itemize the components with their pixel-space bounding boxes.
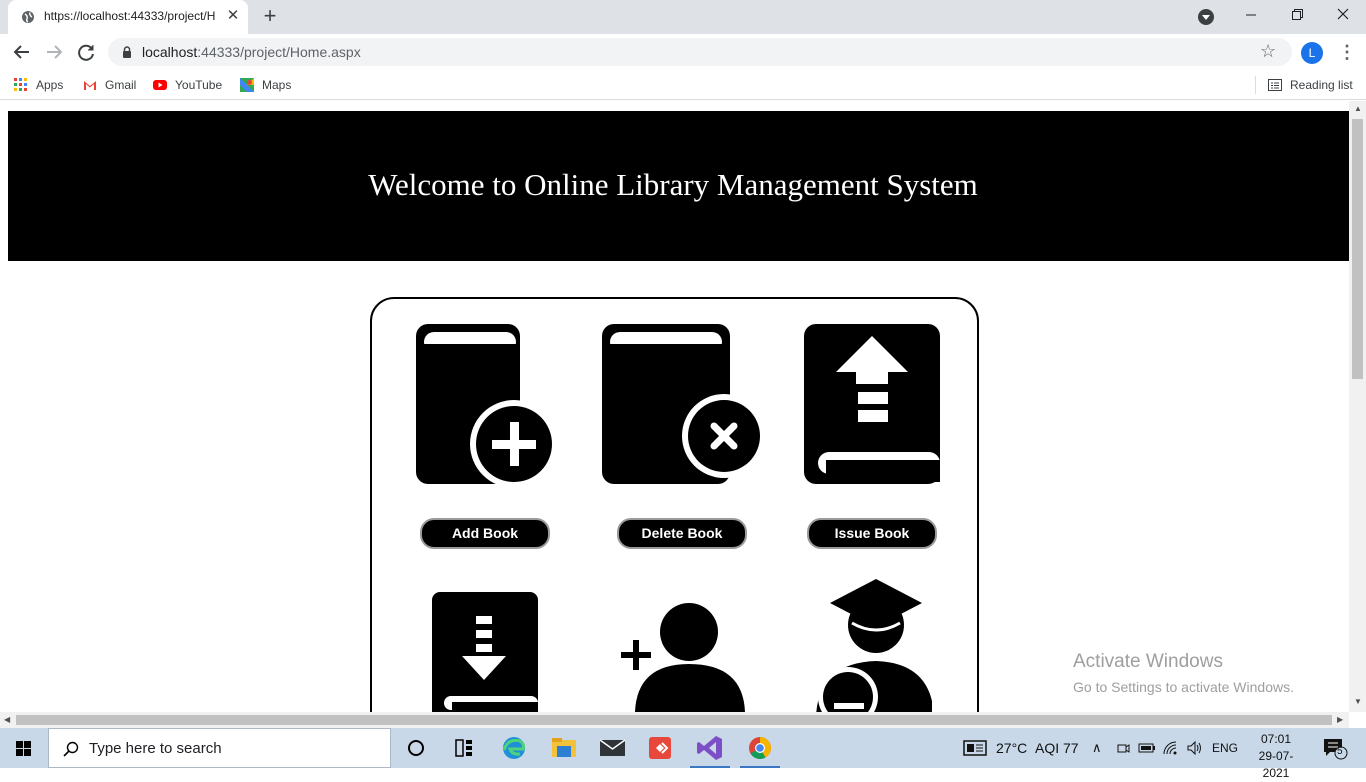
clock-time: 07:01 [1260, 732, 1292, 746]
bookmark-separator [1255, 76, 1256, 94]
mail-icon[interactable] [588, 728, 636, 768]
new-tab-icon[interactable]: + [258, 5, 282, 28]
reading-list-label: Reading list [1290, 78, 1353, 92]
address-bar[interactable]: localhost:44333/project/Home.aspx ☆ [108, 38, 1292, 66]
profile-avatar[interactable]: L [1301, 42, 1323, 64]
app-red-icon[interactable] [636, 728, 684, 768]
browser-tab[interactable]: https://localhost:44333/project/H ✕ [8, 0, 248, 34]
tray-chevron-up-icon[interactable]: ∧ [1092, 740, 1102, 756]
meet-now-icon[interactable] [1116, 741, 1130, 755]
dashboard-card: Add Book Delete Book Issue Book [370, 297, 979, 712]
book-issue-icon[interactable] [804, 324, 942, 486]
watermark-subtitle: Go to Settings to activate Windows. [1073, 679, 1294, 695]
edge-browser-icon[interactable] [490, 728, 538, 768]
url-host: localhost [142, 44, 198, 60]
notification-count: 5 [1337, 746, 1343, 757]
taskbar: Type here to search 27°C AQI 77 ∧ ENG 07… [0, 728, 1366, 780]
browser-toolbar: localhost:44333/project/Home.aspx ☆ L ⋮ [0, 34, 1366, 70]
gmail-icon [84, 81, 96, 90]
scroll-up-icon[interactable]: ▲ [1354, 104, 1362, 113]
scroll-left-icon[interactable]: ◀ [4, 715, 10, 724]
battery-icon[interactable] [1138, 741, 1156, 755]
url-path: :44333/project/Home.aspx [197, 44, 361, 60]
youtube-icon [153, 80, 167, 90]
page-viewport: Welcome to Online Library Management Sys… [0, 101, 1349, 712]
add-user-icon[interactable] [617, 602, 749, 712]
forward-arrow-icon[interactable] [40, 38, 68, 66]
taskbar-clock[interactable]: 07:01 29-07-2021 [1250, 731, 1302, 782]
weather-temp[interactable]: 27°C [996, 740, 1027, 756]
horizontal-scrollbar[interactable]: ◀ ▶ [0, 712, 1349, 728]
windows-logo-icon [16, 741, 31, 756]
apps-grid-icon [14, 78, 27, 91]
chrome-icon[interactable] [736, 728, 784, 768]
search-placeholder: Type here to search [89, 740, 222, 757]
book-return-icon[interactable] [430, 592, 540, 712]
watermark-title: Activate Windows [1073, 651, 1223, 672]
bookmark-star-icon[interactable]: ☆ [1260, 41, 1276, 62]
wifi-icon[interactable] [1162, 740, 1180, 756]
taskbar-search-box[interactable]: Type here to search [48, 728, 391, 768]
restore-button[interactable] [1274, 0, 1320, 32]
scroll-right-icon[interactable]: ▶ [1337, 715, 1343, 724]
maps-icon [240, 78, 254, 92]
delete-book-button[interactable]: Delete Book [617, 518, 747, 549]
bookmark-label: Maps [262, 78, 292, 92]
weather-aqi[interactable]: AQI 77 [1035, 740, 1079, 756]
book-delete-icon[interactable] [602, 324, 764, 488]
clock-date: 29-07-2021 [1258, 749, 1294, 780]
volume-icon[interactable] [1186, 740, 1204, 756]
activation-watermark: Activate Windows Go to Settings to activ… [1073, 651, 1294, 695]
page-title: Welcome to Online Library Management Sys… [368, 167, 978, 202]
add-book-button[interactable]: Add Book [420, 518, 550, 549]
tab-close-icon[interactable]: ✕ [225, 8, 241, 24]
bookmark-label: Apps [36, 78, 64, 92]
scroll-down-icon[interactable]: ▼ [1354, 697, 1362, 706]
notification-center-button[interactable]: 5 [1320, 736, 1350, 760]
vertical-scroll-thumb[interactable] [1352, 119, 1363, 379]
bookmark-label: Gmail [105, 78, 137, 92]
url-text: localhost:44333/project/Home.aspx [142, 44, 361, 60]
news-widget-icon[interactable] [963, 740, 987, 756]
search-icon [63, 741, 79, 757]
tab-title: https://localhost:44333/project/H [44, 9, 216, 23]
lock-icon [123, 46, 131, 58]
file-explorer-icon[interactable] [540, 728, 588, 768]
notification-icon [1324, 739, 1348, 760]
horizontal-scroll-thumb[interactable] [16, 715, 1332, 725]
vertical-scrollbar[interactable]: ▲ ▼ [1349, 101, 1366, 712]
tab-strip: https://localhost:44333/project/H ✕ + [0, 0, 1366, 34]
student-icon[interactable] [812, 577, 932, 712]
back-arrow-icon[interactable] [8, 38, 36, 66]
menu-kebab-icon[interactable]: ⋮ [1338, 42, 1356, 64]
task-view-icon[interactable] [440, 728, 488, 768]
reload-icon[interactable] [72, 38, 100, 66]
bookmarks-bar: Apps Gmail YouTube Maps Reading list [0, 70, 1366, 100]
bookmark-label: YouTube [175, 78, 223, 92]
book-add-icon[interactable] [416, 324, 558, 488]
globe-icon [22, 11, 34, 23]
visual-studio-icon[interactable] [686, 728, 734, 768]
close-window-button[interactable] [1320, 0, 1366, 32]
issue-book-button[interactable]: Issue Book [807, 518, 937, 549]
cortana-icon[interactable] [392, 728, 440, 768]
tab-search-icon[interactable] [1198, 9, 1214, 25]
minimize-button[interactable] [1228, 0, 1274, 32]
start-button[interactable] [0, 728, 48, 768]
language-indicator[interactable]: ENG [1212, 741, 1238, 755]
reading-list-icon [1268, 79, 1282, 91]
